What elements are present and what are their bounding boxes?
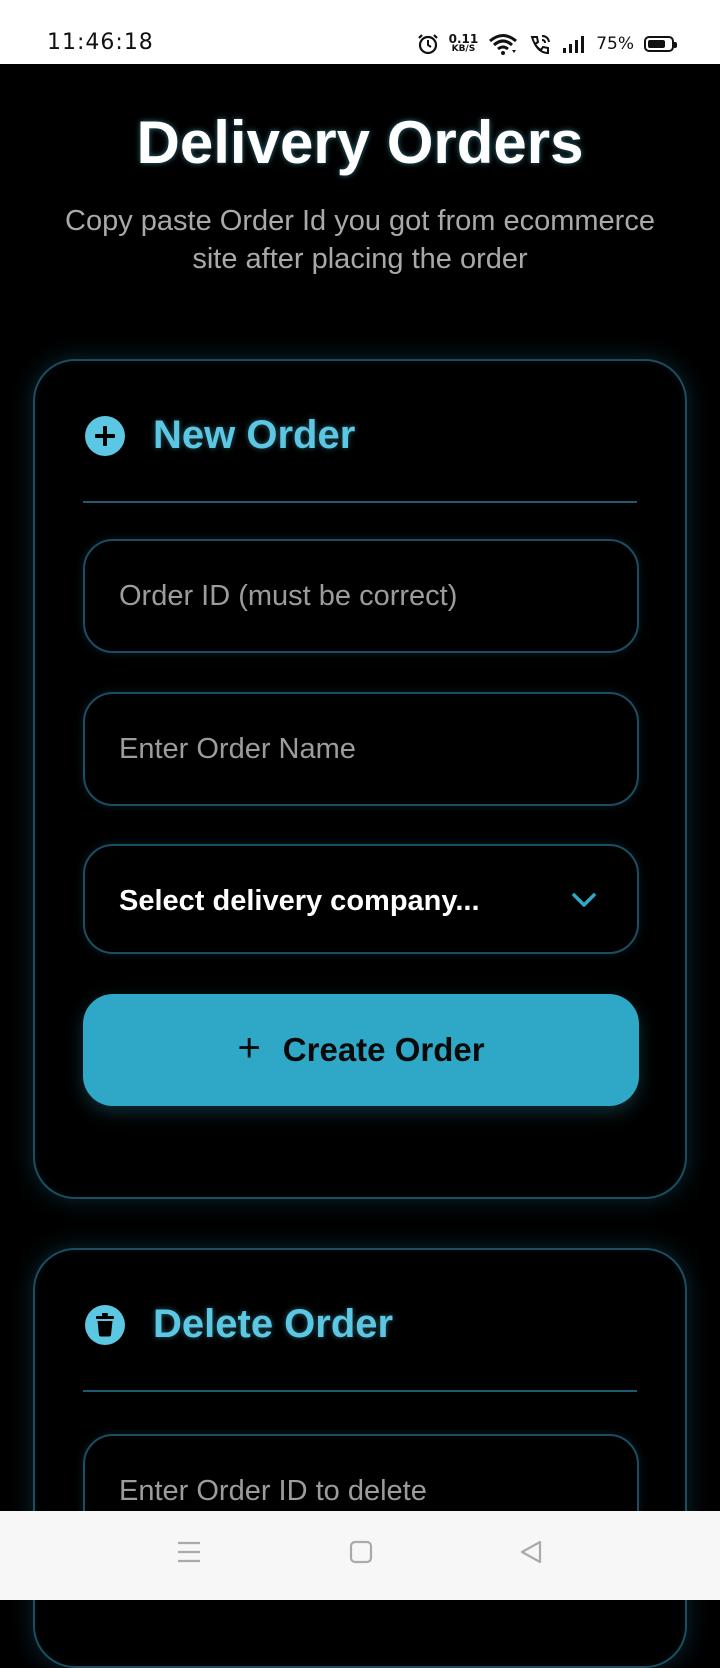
page-title: Delivery Orders (136, 109, 584, 176)
create-order-label: Create Order (282, 1031, 485, 1068)
page-subtitle: Copy paste Order Id you got from ecommer… (65, 205, 655, 275)
delete-order-card: Delete Order (33, 1248, 687, 1668)
trash-icon (85, 1304, 125, 1345)
order-name-input[interactable] (85, 694, 637, 804)
status-time: 11:46:18 (47, 30, 154, 55)
battery-icon (644, 36, 677, 52)
home-square-icon[interactable] (348, 1539, 374, 1565)
battery-level (648, 40, 665, 48)
plus-circle-icon (85, 415, 125, 456)
delete-order-title: Delete Order (153, 1302, 394, 1346)
battery-percent: 75% (596, 34, 634, 54)
new-order-card: New Order Select delivery company... + C… (33, 359, 687, 1199)
navigation-bar (0, 1511, 720, 1600)
chevron-down-icon (572, 893, 596, 907)
plus-icon: + (237, 1026, 261, 1070)
divider (83, 501, 637, 503)
divider (83, 1390, 637, 1392)
delivery-company-select[interactable]: Select delivery company... (83, 844, 639, 954)
back-triangle-icon[interactable] (518, 1539, 544, 1565)
status-bar: 11:46:18 0.11 KB/S 75% (0, 0, 720, 64)
order-name-field[interactable] (83, 692, 639, 806)
order-id-input[interactable] (85, 541, 637, 651)
delivery-company-value: Select delivery company... (119, 885, 480, 917)
delete-order-header: Delete Order (85, 1302, 393, 1347)
wifi-icon (489, 34, 518, 55)
signal-icon (563, 36, 585, 53)
network-speed: 0.11 KB/S (448, 32, 479, 54)
new-order-header: New Order (85, 413, 355, 458)
create-order-button[interactable]: + Create Order (83, 994, 639, 1106)
network-speed-value: 0.11 (448, 32, 479, 46)
wifi-calling-icon (530, 35, 551, 55)
network-speed-unit: KB/S (451, 44, 476, 54)
status-icons: 0.11 KB/S 75% (417, 30, 677, 58)
menu-icon[interactable] (176, 1539, 202, 1565)
order-id-field[interactable] (83, 539, 639, 653)
alarm-icon (417, 34, 438, 55)
new-order-title: New Order (153, 413, 356, 457)
